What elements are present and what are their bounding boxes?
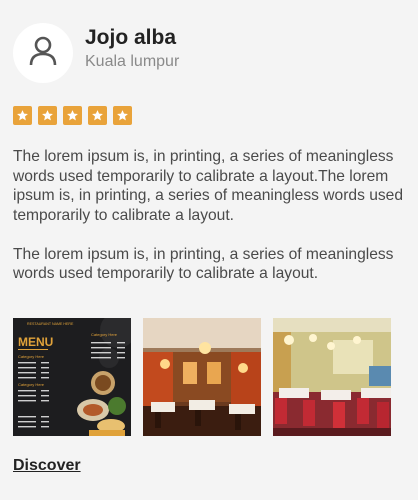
rating-stars xyxy=(13,106,132,125)
review-paragraph: The lorem ipsum is, in printing, a serie… xyxy=(13,245,394,283)
menu-flyer-image: RESTAURANT NAME HERE MENU Category Here … xyxy=(13,318,131,436)
svg-text:Category Here: Category Here xyxy=(18,354,45,359)
red-chairs-dining-image xyxy=(273,318,391,436)
star-icon xyxy=(88,106,107,125)
star-icon xyxy=(63,106,82,125)
review-text: The lorem ipsum is, in printing, a serie… xyxy=(13,147,415,284)
author-name: Jojo alba xyxy=(85,26,177,49)
dining-room-image xyxy=(143,318,261,436)
star-icon xyxy=(13,106,32,125)
user-icon xyxy=(29,36,57,71)
star-icon xyxy=(38,106,57,125)
svg-text:Category Here: Category Here xyxy=(18,382,45,387)
review-card: Jojo alba Kuala lumpur The lorem ipsum i… xyxy=(0,0,418,500)
photo-thumbnail-red-chairs[interactable] xyxy=(273,318,391,436)
review-paragraph: The lorem ipsum is, in printing, a serie… xyxy=(13,148,404,224)
svg-text:Category Here: Category Here xyxy=(91,332,118,337)
photo-gallery: RESTAURANT NAME HERE MENU Category Here … xyxy=(13,318,391,436)
author-location: Kuala lumpur xyxy=(85,53,180,70)
avatar xyxy=(13,23,73,83)
photo-thumbnail-dining-room[interactable] xyxy=(143,318,261,436)
svg-text:RESTAURANT NAME HERE: RESTAURANT NAME HERE xyxy=(27,322,74,326)
photo-thumbnail-menu[interactable]: RESTAURANT NAME HERE MENU Category Here … xyxy=(13,318,131,436)
star-icon xyxy=(113,106,132,125)
discover-link[interactable]: Discover xyxy=(13,457,81,475)
svg-text:MENU: MENU xyxy=(18,335,53,349)
